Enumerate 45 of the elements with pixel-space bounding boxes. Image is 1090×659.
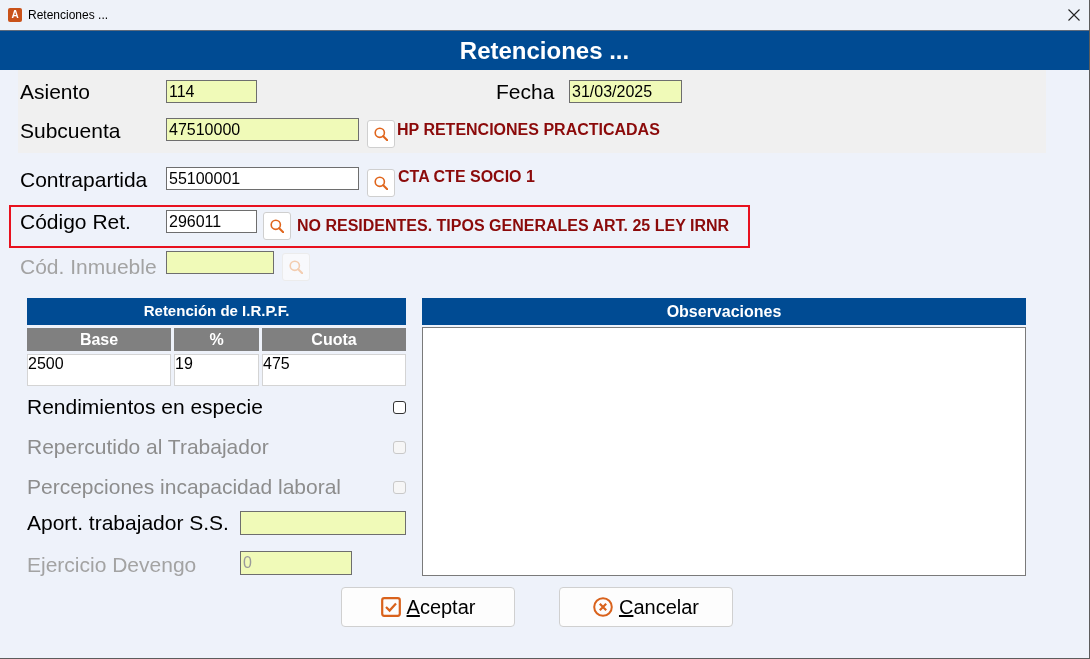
search-icon bbox=[270, 219, 284, 233]
column-header: Cuota bbox=[262, 328, 406, 351]
checkbox[interactable] bbox=[393, 400, 406, 414]
entry-number-field[interactable]: 114 bbox=[166, 80, 257, 103]
field-label: Aport. trabajador S.S. bbox=[27, 511, 230, 535]
field-label: Código Ret. bbox=[20, 210, 132, 234]
search-button[interactable] bbox=[367, 169, 395, 197]
cancel-button[interactable]: Cancelar bbox=[559, 587, 733, 627]
code-field[interactable]: 296011 bbox=[166, 210, 257, 233]
search-icon bbox=[289, 260, 303, 274]
account-description: CTA CTE SOCIO 1 bbox=[398, 167, 535, 187]
contribution-field[interactable] bbox=[240, 511, 406, 535]
circle-x-icon bbox=[592, 597, 613, 617]
checkbox-tick-icon bbox=[380, 597, 401, 617]
amount-field[interactable]: 19 bbox=[174, 354, 259, 386]
field-label: Fecha bbox=[496, 79, 556, 104]
amount-field[interactable]: 2500 bbox=[27, 354, 171, 386]
option-label: Percepciones incapacidad laboral bbox=[27, 474, 343, 501]
column-header: Base bbox=[27, 328, 171, 351]
column-header: % bbox=[174, 328, 259, 351]
field-label: Contrapartida bbox=[20, 167, 149, 193]
accept-button[interactable]: Aceptar bbox=[341, 587, 515, 627]
close-icon[interactable] bbox=[1068, 9, 1080, 21]
date-field[interactable]: 31/03/2025 bbox=[569, 80, 682, 103]
search-icon bbox=[374, 176, 388, 190]
dialog-title: Retenciones ... bbox=[459, 35, 630, 66]
field-label: Subcuenta bbox=[20, 118, 122, 144]
search-button[interactable] bbox=[263, 212, 291, 240]
account-description: NO RESIDENTES. TIPOS GENERALES ART. 25 LEY IRNR bbox=[297, 216, 730, 236]
search-button[interactable] bbox=[367, 120, 395, 148]
amount-field[interactable]: 475 bbox=[262, 354, 406, 386]
option-label: Rendimientos en especie bbox=[27, 394, 264, 421]
account-field[interactable]: 47510000 bbox=[166, 118, 359, 141]
app-icon: A bbox=[8, 8, 22, 22]
field-label: Cód. Inmueble bbox=[20, 255, 158, 279]
account-field[interactable]: 55100001 bbox=[166, 167, 359, 190]
field-label: Ejercicio Devengo bbox=[27, 553, 198, 577]
notes-field[interactable] bbox=[422, 327, 1026, 576]
option-label: Repercutido al Trabajador bbox=[27, 434, 270, 461]
section-header: Observaciones bbox=[422, 298, 1026, 325]
field-label: Asiento bbox=[20, 79, 92, 104]
window-title: Retenciones ... bbox=[28, 7, 109, 24]
section-header: Retención de I.R.P.F. bbox=[27, 298, 406, 325]
search-icon bbox=[374, 127, 388, 141]
account-description: HP RETENCIONES PRACTICADAS bbox=[397, 120, 660, 140]
